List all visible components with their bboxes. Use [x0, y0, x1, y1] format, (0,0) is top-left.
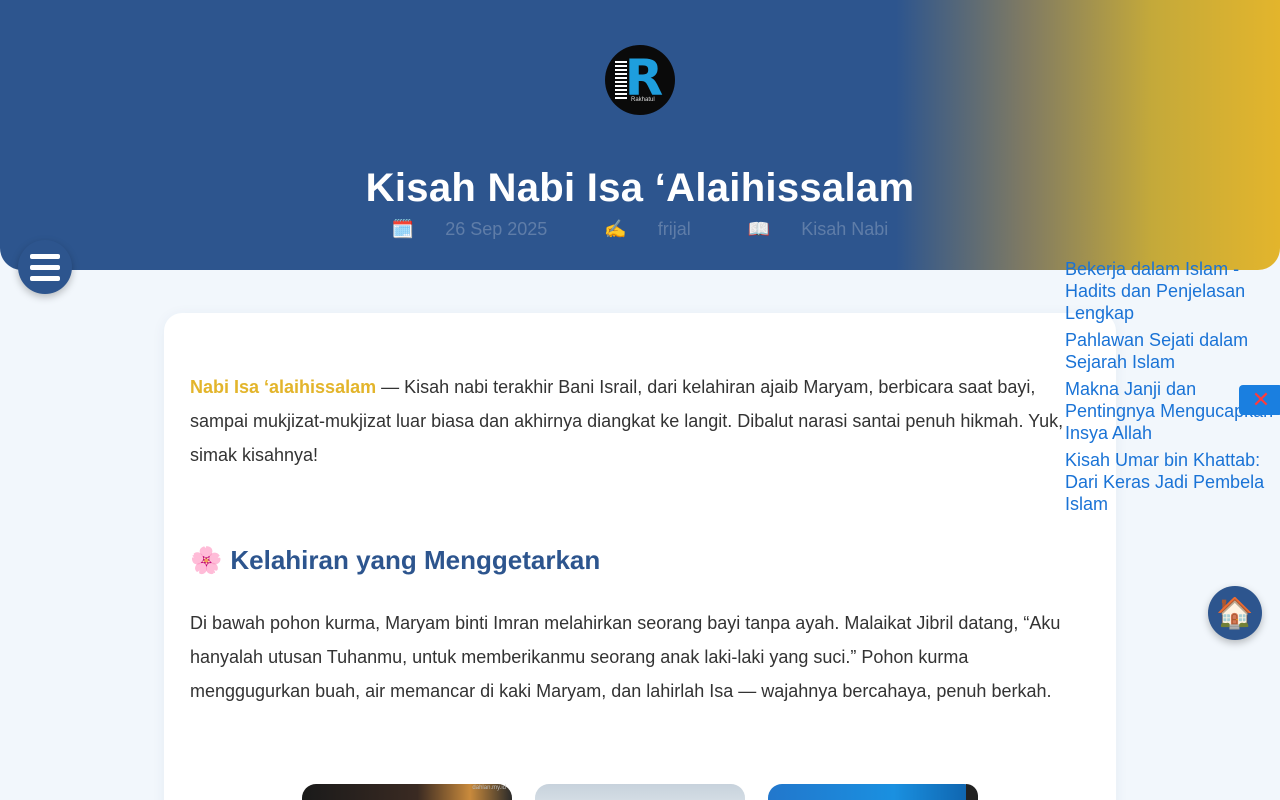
- site-logo[interactable]: R Rakhatul: [605, 45, 675, 115]
- related-link[interactable]: Pahlawan Sejati dalam Sejarah Islam: [1065, 329, 1275, 373]
- page-title: Kisah Nabi Isa ‘Alaihissalam: [365, 166, 915, 210]
- post-author-text: frijal: [657, 219, 691, 239]
- calendar-icon: 🗓️: [391, 219, 415, 239]
- post-category-text: Kisah Nabi: [801, 219, 889, 239]
- house-icon: 🏠: [1216, 596, 1254, 630]
- close-icon: ✕: [1251, 387, 1271, 412]
- section-heading: 🌸 Kelahiran yang Menggetarkan: [190, 545, 890, 576]
- post-category[interactable]: 📖 Kisah Nabi: [735, 219, 901, 239]
- intro-highlight: Nabi Isa ‘alaihissalam: [190, 377, 377, 397]
- post-meta: 🗓️ 26 Sep 2025 ✍️ frijal 📖 Kisah Nabi: [0, 219, 1280, 240]
- gallery-image[interactable]: dahlan.my.id: [302, 784, 512, 800]
- related-link[interactable]: Kisah Umar bin Khattab: Dari Keras Jadi …: [1065, 449, 1275, 515]
- hamburger-icon-bar: [30, 275, 60, 281]
- image-watermark: dahlan.my.id: [472, 785, 506, 791]
- article-paragraph: Di bawah pohon kurma, Maryam binti Imran…: [190, 613, 1061, 701]
- logo-subtext: Rakhatul: [631, 97, 655, 103]
- writing-hand-icon: ✍️: [604, 219, 627, 239]
- flower-icon: 🌸: [190, 546, 223, 576]
- post-date: 🗓️ 26 Sep 2025: [379, 219, 561, 239]
- hamburger-icon-bar: [30, 264, 60, 270]
- related-link[interactable]: Bekerja dalam Islam - Hadits dan Penjela…: [1065, 258, 1275, 324]
- post-author[interactable]: ✍️ frijal: [591, 219, 703, 239]
- menu-button[interactable]: [18, 240, 72, 294]
- post-date-text: 26 Sep 2025: [445, 219, 548, 239]
- open-book-icon: 📖: [747, 219, 771, 239]
- page-header: R Rakhatul Kisah Nabi Isa ‘Alaihissalam …: [0, 0, 1280, 270]
- logo-letter: R: [624, 49, 664, 107]
- gallery-image[interactable]: [768, 784, 978, 800]
- article-intro: Nabi Isa ‘alaihissalam — Kisah nabi tera…: [190, 370, 1090, 472]
- close-related-button[interactable]: ✕: [1239, 385, 1280, 415]
- gallery-image[interactable]: [535, 784, 745, 800]
- section-heading-text: Kelahiran yang Menggetarkan: [230, 545, 601, 575]
- home-button[interactable]: 🏠: [1208, 586, 1262, 640]
- hamburger-icon-bar: [30, 253, 60, 259]
